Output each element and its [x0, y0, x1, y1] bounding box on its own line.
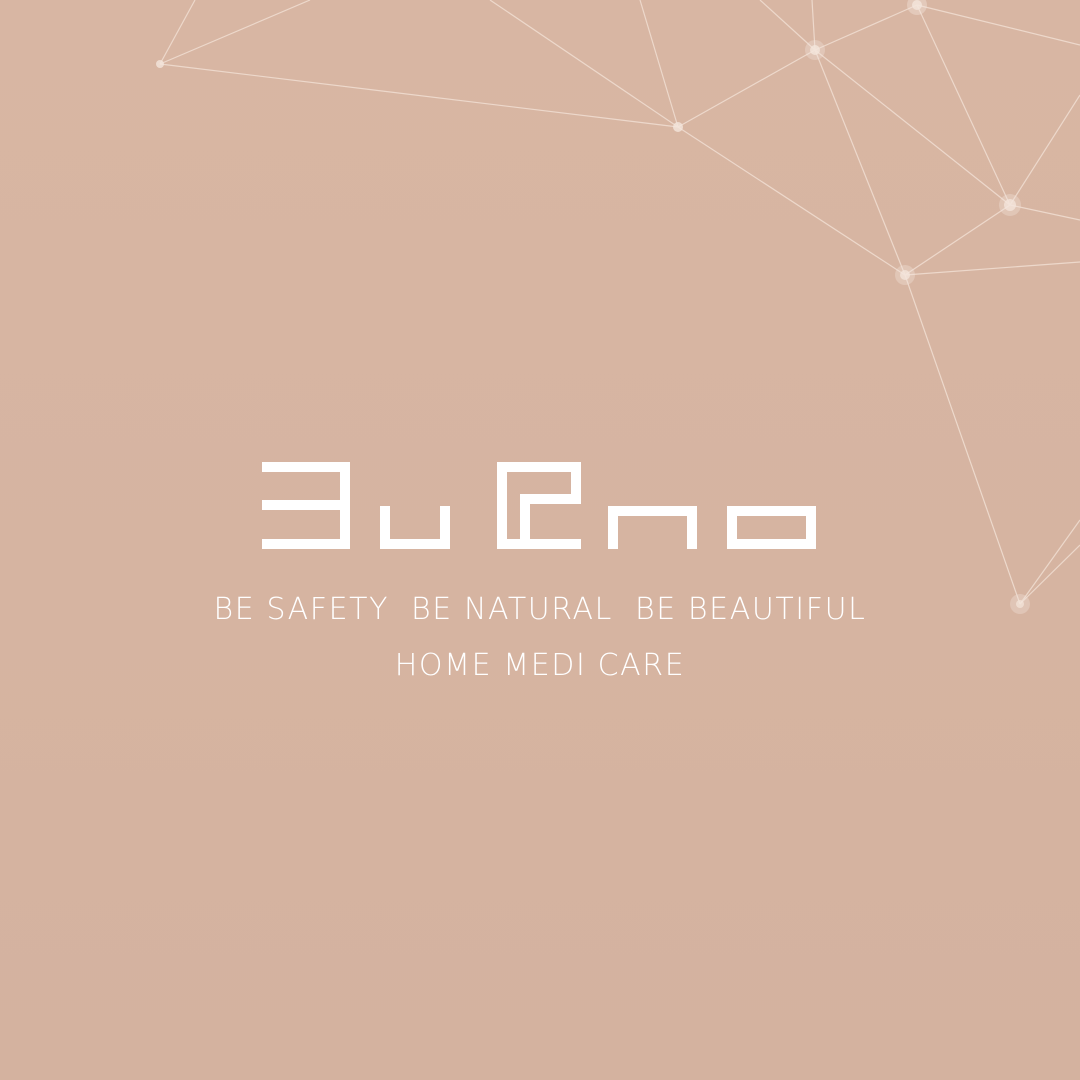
- tagline-phrase-safety: BE SAFETY: [213, 592, 390, 627]
- background-canvas: BE SAFETY BE NATURAL BE BEAUTIFUL HOME MED…: [0, 0, 1080, 1080]
- tagline-phrases: BE SAFETY BE NATURAL BE BEAUTIFUL: [0, 590, 1080, 630]
- tagline-subline: HOME MEDI CARE: [394, 648, 686, 683]
- brand-logo: [262, 462, 816, 549]
- tagline-phrase-beautiful: BE BEAUTIFUL: [634, 592, 867, 627]
- tagline-phrase-natural: BE NATURAL: [411, 592, 613, 627]
